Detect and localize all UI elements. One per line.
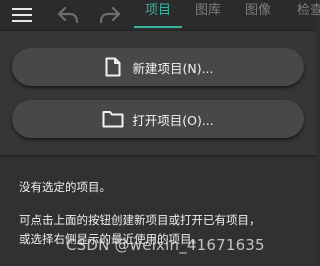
folder-icon	[102, 108, 124, 130]
active-tab-indicator	[134, 26, 182, 28]
top-toolbar: 项目 图库 图像 检查	[0, 0, 320, 30]
tab-library[interactable]: 图库	[188, 0, 228, 30]
tab-image[interactable]: 图像	[238, 0, 278, 30]
menu-button[interactable]	[8, 0, 36, 30]
open-project-button[interactable]: 打开项目(O)...	[12, 100, 304, 138]
undo-arrow-icon	[57, 6, 79, 24]
app-window: 项目 图库 图像 检查 新建项目(N)... 打开项目(O)... 没有选定的项…	[0, 0, 320, 266]
new-project-label: 新建项目(N)...	[132, 60, 214, 76]
redo-button[interactable]	[96, 0, 124, 30]
tab-check-label: 检查	[296, 3, 320, 18]
project-actions-panel: 新建项目(N)... 打开项目(O)...	[0, 31, 316, 155]
help-text-line-1: 可点击上面的按钮创建新项目或打开已有项目，	[19, 213, 261, 227]
tab-project[interactable]: 项目	[134, 0, 182, 30]
hamburger-menu-icon	[12, 8, 32, 22]
open-project-label: 打开项目(O)...	[132, 112, 214, 128]
watermark: CSDN @weixin_41671635	[66, 236, 265, 254]
new-document-icon	[102, 56, 124, 78]
tab-library-label: 图库	[194, 3, 221, 18]
tab-image-label: 图像	[244, 3, 271, 18]
tab-project-label: 项目	[144, 3, 171, 18]
tab-check[interactable]: 检查	[290, 0, 320, 30]
no-selection-text: 没有选定的项目。	[19, 180, 111, 194]
new-project-button[interactable]: 新建项目(N)...	[12, 48, 304, 86]
redo-arrow-icon	[99, 6, 121, 24]
undo-button[interactable]	[54, 0, 82, 30]
